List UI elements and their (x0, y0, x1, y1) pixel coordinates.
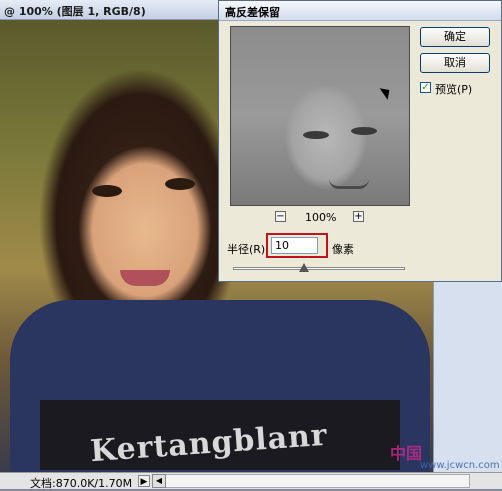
mouth (120, 270, 170, 286)
zoom-level: 100% (305, 211, 337, 224)
status-menu-arrow-icon[interactable]: ▶ (138, 475, 150, 487)
document-title: @ 100% (图层 1, RGB/8) (4, 5, 146, 18)
radius-label: 半径(R): (227, 243, 269, 256)
zoom-out-button[interactable]: − (275, 211, 286, 222)
dialog-titlebar[interactable]: 高反差保留 (219, 1, 501, 21)
scroll-left-arrow-icon[interactable]: ◀ (152, 474, 166, 488)
horizontal-scrollbar[interactable] (152, 474, 470, 488)
mouse-cursor-icon (379, 84, 394, 100)
radius-slider-thumb[interactable] (299, 263, 309, 272)
zoom-in-button[interactable]: + (353, 211, 364, 222)
preview-right-eye (351, 127, 377, 135)
status-bar: 文档:870.0K/1.70M ▶ ◀ (0, 472, 502, 490)
dialog-title: 高反差保留 (225, 6, 280, 19)
watermark-url: www.jcwcn.com (420, 460, 500, 471)
preview-left-eye (303, 131, 329, 139)
preview-mouth (329, 179, 369, 189)
high-pass-dialog: 高反差保留 − 100% + 确定 取消 ✓ 预览(P) 半径(R): 像素 (218, 0, 502, 282)
right-eye (165, 178, 195, 190)
watermark-text: 中国 (390, 444, 423, 463)
filter-preview[interactable] (230, 26, 410, 206)
ok-button[interactable]: 确定 (420, 27, 490, 47)
left-eye (92, 185, 122, 197)
preview-checkbox[interactable]: ✓ (420, 82, 431, 93)
preview-checkbox-label: 预览(P) (435, 83, 473, 96)
document-titlebar[interactable]: @ 100% (图层 1, RGB/8) (0, 0, 230, 20)
radius-input[interactable] (271, 237, 318, 254)
cancel-button[interactable]: 取消 (420, 53, 490, 73)
radius-unit: 像素 (332, 243, 354, 256)
radius-slider-track[interactable] (233, 267, 405, 270)
